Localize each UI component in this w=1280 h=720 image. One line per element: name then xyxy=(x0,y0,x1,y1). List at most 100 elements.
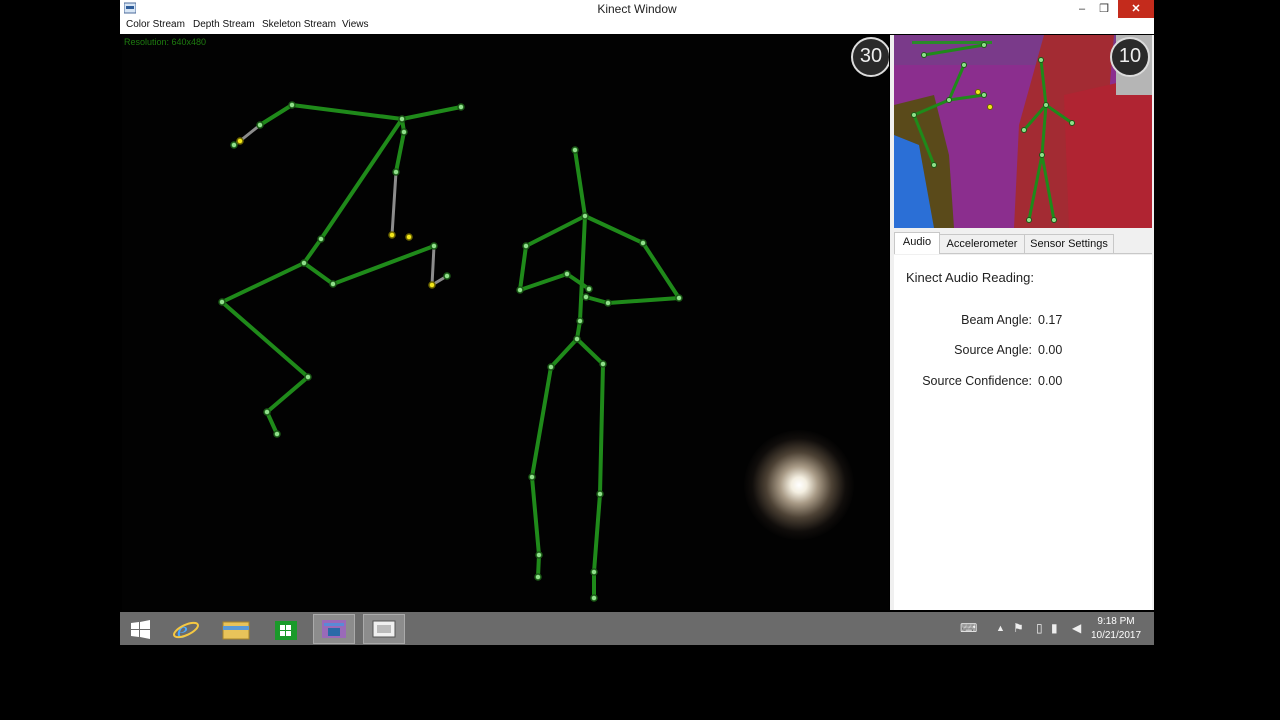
bone xyxy=(598,362,605,496)
tab-bar: Audio Accelerometer Sensor Settings xyxy=(894,232,1152,254)
bone xyxy=(518,272,569,292)
bone xyxy=(575,337,605,366)
joint xyxy=(547,363,555,371)
joint xyxy=(516,286,524,294)
joint xyxy=(563,270,571,278)
bone xyxy=(220,300,310,379)
show-hidden-icons-icon[interactable]: ▲ xyxy=(996,623,1005,633)
bone xyxy=(518,244,528,292)
bone xyxy=(578,214,587,323)
joint xyxy=(582,293,590,301)
tab-audio[interactable]: Audio xyxy=(894,232,940,254)
bone xyxy=(319,117,404,241)
joint xyxy=(522,242,530,250)
clock-time[interactable]: 9:18 PM xyxy=(1080,616,1152,627)
joint xyxy=(596,490,604,498)
joint xyxy=(573,335,581,343)
network-icon[interactable]: ▮ xyxy=(1051,621,1058,635)
menu-bar: Color Stream Depth Stream Skeleton Strea… xyxy=(120,18,1154,34)
bone xyxy=(302,261,335,286)
video-app-icon[interactable] xyxy=(363,614,405,644)
color-stream-view: Resolution: 640x480 30 xyxy=(122,35,889,610)
joint xyxy=(300,259,308,267)
title-bar[interactable]: Kinect Window – ❒ ✕ xyxy=(120,0,1154,19)
menu-depth-stream[interactable]: Depth Stream xyxy=(193,19,255,30)
beam-angle-label: Beam Angle: xyxy=(961,313,1032,327)
inferred-bone xyxy=(238,123,262,143)
source-confidence-value: 0.00 xyxy=(1038,374,1063,388)
joint xyxy=(430,242,438,250)
joint xyxy=(590,594,598,602)
file-explorer-icon[interactable] xyxy=(215,614,257,644)
minimize-button[interactable]: – xyxy=(1070,0,1094,18)
bone xyxy=(583,214,645,245)
clock-date[interactable]: 10/21/2017 xyxy=(1080,630,1152,641)
menu-skeleton-stream[interactable]: Skeleton Stream xyxy=(262,19,336,30)
maximize-button[interactable]: ❒ xyxy=(1092,0,1116,18)
source-angle-label: Source Angle: xyxy=(954,343,1032,357)
internet-explorer-icon[interactable]: e xyxy=(165,614,207,644)
source-angle-value: 0.00 xyxy=(1038,343,1063,357)
tab-accelerometer[interactable]: Accelerometer xyxy=(939,234,1025,253)
skeleton-overlay xyxy=(218,101,683,602)
taskbar: e ⌨ ▲ ⚑ ▯ ▮ ◀ 9:18 PM 10/21/2017 xyxy=(120,612,1154,645)
inferred-joint xyxy=(236,137,244,145)
inferred-joint xyxy=(428,281,436,289)
action-center-flag-icon[interactable]: ⚑ xyxy=(1013,621,1024,635)
svg-text:e: e xyxy=(177,618,188,644)
joint xyxy=(581,212,589,220)
close-button[interactable]: ✕ xyxy=(1118,0,1154,18)
joint xyxy=(263,408,271,416)
tab-sensor-settings[interactable]: Sensor Settings xyxy=(1024,234,1114,253)
joint xyxy=(273,430,281,438)
bone xyxy=(641,241,681,300)
menu-views[interactable]: Views xyxy=(342,19,369,30)
joint xyxy=(392,168,400,176)
bone xyxy=(265,375,310,414)
bone xyxy=(220,261,306,304)
joint xyxy=(604,299,612,307)
joint xyxy=(585,285,593,293)
inferred-joint xyxy=(388,231,396,239)
desktop-screen: Kinect Window – ❒ ✕ Color Stream Depth S… xyxy=(120,0,1154,645)
menu-color-stream[interactable]: Color Stream xyxy=(126,19,185,30)
inferred-joint xyxy=(405,233,413,241)
store-icon[interactable] xyxy=(265,614,307,644)
bone xyxy=(394,130,406,174)
inferred-bone xyxy=(430,244,436,287)
battery-icon[interactable]: ▯ xyxy=(1036,621,1043,635)
joint xyxy=(400,128,408,136)
audio-tab-content: Kinect Audio Reading: Beam Angle: 0.17 S… xyxy=(894,255,1152,610)
joint xyxy=(675,294,683,302)
joint xyxy=(457,103,465,111)
joint xyxy=(590,568,598,576)
bone xyxy=(530,365,553,479)
joint xyxy=(256,121,264,129)
depth-fps-badge: 10 xyxy=(1110,37,1150,77)
joint xyxy=(329,280,337,288)
joint xyxy=(304,373,312,381)
keyboard-icon[interactable]: ⌨ xyxy=(960,621,977,635)
audio-heading: Kinect Audio Reading: xyxy=(906,270,1034,285)
joint xyxy=(599,360,607,368)
bone xyxy=(549,337,579,369)
bone xyxy=(331,244,436,286)
kinect-app-taskbar-icon[interactable] xyxy=(313,614,355,644)
bone xyxy=(302,237,323,265)
bone xyxy=(592,492,602,574)
start-icon[interactable] xyxy=(120,614,162,644)
joint xyxy=(230,141,238,149)
inferred-bone xyxy=(390,170,398,237)
bone xyxy=(606,296,681,305)
bone xyxy=(258,103,294,127)
joint xyxy=(528,473,536,481)
side-panel: 10 Audio Accelerometer Sensor Settings K… xyxy=(890,35,1154,610)
source-confidence-label: Source Confidence: xyxy=(922,374,1032,388)
bone xyxy=(565,272,591,291)
depth-stream-view: 10 xyxy=(894,35,1152,228)
joint xyxy=(535,551,543,559)
bone xyxy=(573,148,587,218)
beam-angle-value: 0.17 xyxy=(1038,313,1063,327)
bone xyxy=(290,103,404,121)
bone xyxy=(530,475,541,557)
